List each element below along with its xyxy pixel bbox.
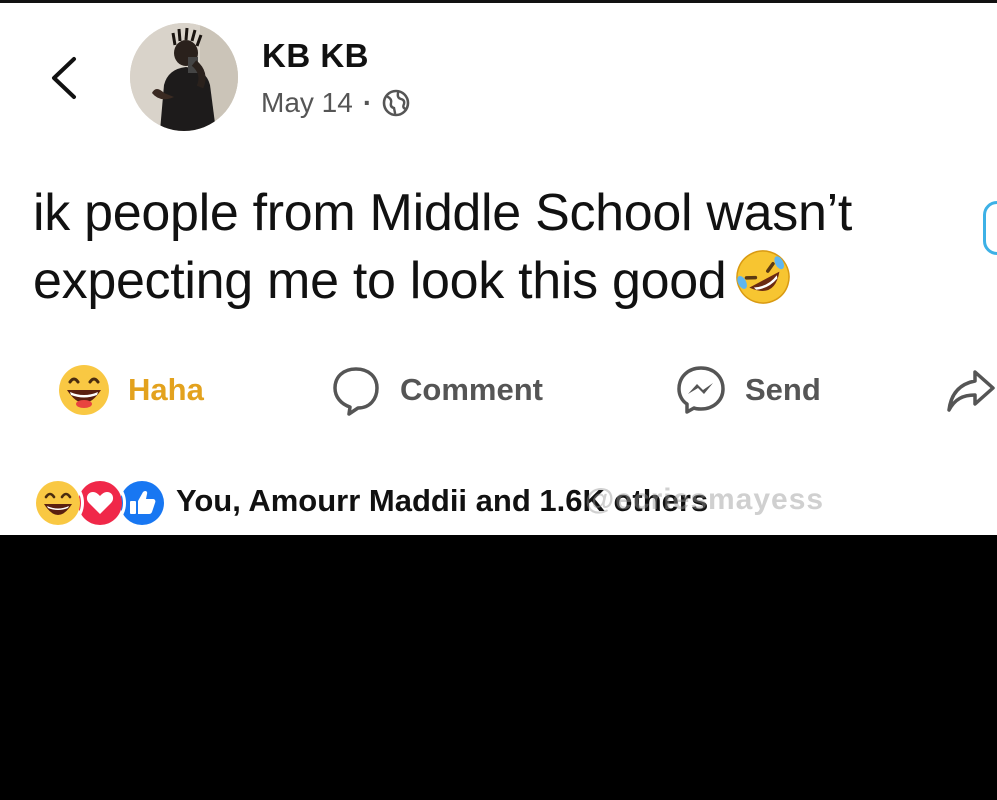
haha-reaction-button[interactable]: Haha — [56, 358, 204, 422]
haha-reaction-icon — [32, 477, 84, 529]
profile-photo — [130, 23, 238, 131]
action-bar: Haha Comment Send — [0, 358, 997, 422]
share-button[interactable] — [945, 358, 997, 422]
post-card: KB KB May 14 · ik people from Middle Sch… — [0, 0, 997, 535]
edge-decoration — [983, 201, 997, 255]
comment-bubble-icon — [330, 364, 382, 416]
black-letterbox — [0, 535, 997, 800]
post-text: ik people from Middle School wasn’t expe… — [33, 179, 963, 315]
meta-separator: · — [362, 87, 373, 118]
watermark: @ecriesmayess — [585, 483, 825, 516]
share-arrow-icon — [945, 364, 997, 416]
reaction-icons — [32, 477, 168, 529]
comment-label: Comment — [400, 372, 543, 407]
globe-icon — [382, 89, 410, 117]
post-meta: May 14 · — [261, 87, 410, 119]
send-label: Send — [745, 372, 821, 407]
post-date[interactable]: May 14 — [261, 87, 353, 119]
post-body: ik people from Middle School wasn’t expe… — [33, 184, 853, 310]
haha-label: Haha — [128, 372, 204, 407]
rolling-laughing-emoji-icon — [734, 248, 792, 306]
chevron-left-icon — [52, 57, 76, 99]
back-button[interactable] — [44, 53, 84, 103]
messenger-icon — [675, 364, 727, 416]
avatar[interactable] — [130, 23, 238, 131]
comment-button[interactable]: Comment — [330, 358, 543, 422]
send-button[interactable]: Send — [675, 358, 821, 422]
haha-emoji-icon — [56, 362, 112, 418]
author-name[interactable]: KB KB — [262, 37, 369, 75]
